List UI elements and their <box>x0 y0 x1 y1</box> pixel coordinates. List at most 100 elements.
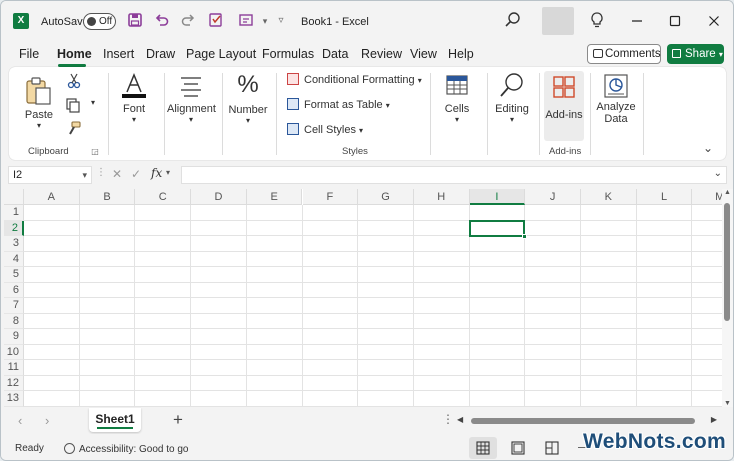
format-painter-icon[interactable] <box>66 120 82 136</box>
select-all-corner[interactable] <box>4 189 24 205</box>
column-header-f[interactable]: F <box>302 189 359 205</box>
copy-icon[interactable] <box>65 97 81 113</box>
next-sheet-icon[interactable]: › <box>45 413 49 428</box>
name-box[interactable]: I2 ▾ <box>8 166 92 184</box>
column-header-b[interactable]: B <box>79 189 136 205</box>
spelling-icon[interactable] <box>207 12 225 30</box>
accessibility-status[interactable]: Accessibility: Good to go <box>64 443 189 455</box>
add-sheet-icon[interactable]: + <box>173 410 183 430</box>
analyze-data-button[interactable]: Analyze Data <box>595 73 637 125</box>
enter-icon[interactable]: ✓ <box>131 167 141 181</box>
row-header-7[interactable]: 7 <box>4 298 24 314</box>
tab-review[interactable]: Review <box>361 47 402 61</box>
row-header-6[interactable]: 6 <box>4 282 24 298</box>
paste-icon <box>26 77 51 105</box>
gridline <box>24 219 722 221</box>
horizontal-scrollbar[interactable]: ◀ ▶ <box>457 415 717 426</box>
font-button[interactable]: Font ▾ <box>118 73 150 124</box>
format-as-table-button[interactable]: Format as Table ▾ <box>287 98 390 111</box>
vertical-scrollbar[interactable]: ▲ ▼ <box>722 189 733 407</box>
sheet-tab[interactable]: Sheet1 <box>89 408 141 432</box>
tab-page-layout[interactable]: Page Layout <box>186 47 256 61</box>
page-layout-view-button[interactable] <box>504 437 532 459</box>
prev-sheet-icon[interactable]: ‹ <box>18 413 22 428</box>
lightbulb-icon[interactable] <box>589 11 605 29</box>
row-header-13[interactable]: 13 <box>4 391 24 407</box>
expand-formula-icon[interactable]: ⌄ <box>714 168 722 179</box>
column-header-l[interactable]: L <box>636 189 693 205</box>
tab-view[interactable]: View <box>410 47 437 61</box>
scroll-thumb[interactable] <box>471 418 695 424</box>
avatar[interactable] <box>542 7 574 35</box>
tab-split-handle[interactable]: ⋮ <box>442 412 454 426</box>
column-header-g[interactable]: G <box>358 189 414 205</box>
share-button[interactable]: Share ▾ <box>667 44 724 64</box>
undo-icon[interactable] <box>153 12 171 30</box>
column-header-e[interactable]: E <box>246 189 303 205</box>
tab-home[interactable]: Home <box>57 47 92 61</box>
page-break-view-button[interactable] <box>538 437 566 459</box>
scroll-down-icon[interactable]: ▼ <box>724 400 731 407</box>
cells-button[interactable]: Cells ▾ <box>439 74 475 124</box>
row-header-11[interactable]: 11 <box>4 360 24 376</box>
row-header-4[interactable]: 4 <box>4 251 24 267</box>
conditional-formatting-button[interactable]: Conditional Formatting ▾ <box>287 73 422 86</box>
save-icon[interactable] <box>126 12 144 30</box>
share-label: Share <box>685 48 716 60</box>
column-header-k[interactable]: K <box>581 189 637 205</box>
tab-data[interactable]: Data <box>322 47 348 61</box>
editing-button[interactable]: Editing ▾ <box>492 72 532 124</box>
column-header-a[interactable]: A <box>24 189 80 205</box>
row-header-9[interactable]: 9 <box>4 329 24 345</box>
redo-icon[interactable] <box>179 12 197 30</box>
scroll-right-icon[interactable]: ▶ <box>711 415 717 424</box>
normal-view-button[interactable] <box>469 437 497 459</box>
autosave-toggle[interactable]: Off <box>83 13 116 30</box>
paste-button[interactable]: Paste ▾ <box>23 75 55 130</box>
tab-file[interactable]: File <box>19 47 39 61</box>
column-header-c[interactable]: C <box>135 189 192 205</box>
tab-insert[interactable]: Insert <box>103 47 134 61</box>
chevron-down-icon: ▾ <box>417 76 422 85</box>
minimize-icon[interactable] <box>627 11 647 31</box>
more-options-icon[interactable]: ⋮ <box>96 167 106 178</box>
row-header-8[interactable]: 8 <box>4 313 24 329</box>
row-header-12[interactable]: 12 <box>4 375 24 391</box>
cut-icon[interactable] <box>67 73 83 89</box>
column-header-i[interactable]: I <box>469 189 526 205</box>
row-header-2[interactable]: 2 <box>4 220 24 236</box>
comments-button[interactable]: Comments <box>587 44 661 64</box>
cancel-icon[interactable]: ✕ <box>112 167 122 181</box>
row-header-3[interactable]: 3 <box>4 236 24 252</box>
form-icon[interactable] <box>237 12 255 30</box>
close-icon[interactable] <box>704 11 724 31</box>
tab-formulas[interactable]: Formulas <box>262 47 314 61</box>
column-header-d[interactable]: D <box>191 189 247 205</box>
collapse-ribbon-icon[interactable]: ⌄ <box>701 141 715 155</box>
row-header-1[interactable]: 1 <box>4 205 24 221</box>
cell-styles-button[interactable]: Cell Styles ▾ <box>287 123 363 136</box>
clipboard-launcher-icon[interactable]: ◲ <box>90 147 100 156</box>
alignment-button[interactable]: Alignment ▾ <box>167 75 216 124</box>
insert-function-button[interactable]: fx <box>151 166 162 180</box>
search-icon[interactable] <box>504 11 522 29</box>
fill-handle[interactable] <box>522 234 528 239</box>
active-cell[interactable] <box>468 219 528 239</box>
row-header-5[interactable]: 5 <box>4 267 24 283</box>
number-button[interactable]: % Number ▾ <box>227 72 269 126</box>
column-header-m[interactable]: M <box>692 189 722 205</box>
column-header-h[interactable]: H <box>413 189 470 205</box>
copy-dropdown-icon[interactable]: ▾ <box>88 98 98 107</box>
addins-button[interactable]: Add-ins <box>544 71 584 141</box>
formula-input[interactable]: ⌄ <box>181 166 727 184</box>
scroll-thumb[interactable] <box>724 203 730 321</box>
row-header-10[interactable]: 10 <box>4 344 24 360</box>
scroll-left-icon[interactable]: ◀ <box>457 415 463 424</box>
column-header-j[interactable]: J <box>525 189 581 205</box>
customize-qat-icon[interactable]: ▿ <box>272 12 290 30</box>
scroll-up-icon[interactable]: ▲ <box>724 189 731 196</box>
maximize-icon[interactable] <box>665 11 685 31</box>
tab-help[interactable]: Help <box>448 47 474 61</box>
worksheet-grid[interactable]: ABCDEFGHIJKLM12345678910111213 <box>4 189 722 407</box>
tab-draw[interactable]: Draw <box>146 47 175 61</box>
